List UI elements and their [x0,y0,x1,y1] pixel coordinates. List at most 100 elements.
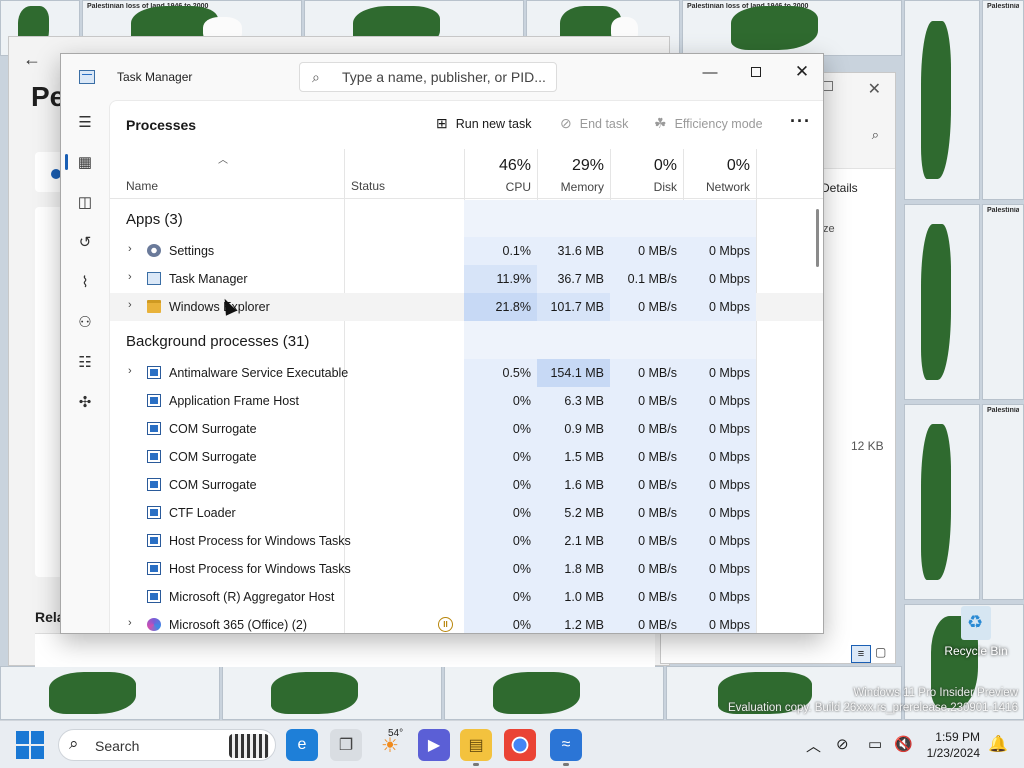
network-total[interactable]: 0% [683,157,750,175]
table-row[interactable]: Microsoft (R) Aggregator Host 0% 1.0 MB … [110,583,823,611]
network-cell: 0 Mbps [683,471,756,499]
hamburger-menu-icon[interactable]: ☰ [69,106,101,138]
volume-muted-icon[interactable]: 🔇 [894,735,913,753]
vertical-scrollbar[interactable] [816,209,819,267]
service-icon [147,422,161,435]
details-button[interactable]: Details [821,181,858,195]
startup-apps-nav-icon[interactable]: ⌇ [69,266,101,298]
recycle-bin-shortcut[interactable]: Recycle Bin [944,606,1008,658]
file-explorer-icon[interactable]: ▤ [460,729,492,766]
back-arrow-icon[interactable]: ← [23,49,41,70]
table-header: ︿ Name Status 46% CPU 29% Memory 0% Disk… [110,149,823,199]
cpu-cell: 0.5% [464,359,537,387]
details-nav-icon[interactable]: ☷ [69,346,101,378]
service-icon [147,478,161,491]
taskbar-search-box[interactable]: ⌕ Search [58,729,276,761]
users-nav-icon[interactable]: ⚇ [69,306,101,338]
table-row[interactable]: COM Surrogate 0% 0.9 MB 0 MB/s 0 Mbps [110,415,823,443]
sort-ascending-icon: ︿ [218,155,228,166]
group-header-background[interactable]: Background processes (31) [126,333,309,350]
memory-cell: 101.7 MB [537,293,610,321]
memory-total[interactable]: 29% [537,157,604,175]
process-name: Microsoft 365 (Office) (2) [169,618,308,632]
expand-chevron-icon[interactable]: › [128,271,132,283]
disk-total[interactable]: 0% [610,157,677,175]
processes-nav-icon[interactable]: ▦ [65,146,101,178]
display-icon[interactable]: ▭ [868,735,882,753]
disk-cell: 0 MB/s [610,471,683,499]
column-header-network[interactable]: Network [683,180,750,194]
disk-cell: 0 MB/s [610,237,683,265]
settings-bottom-card[interactable] [35,633,655,667]
network-disconnected-icon[interactable]: ⊘ [836,735,849,753]
table-row[interactable]: › Task Manager 11.9% 36.7 MB 0.1 MB/s 0 … [110,265,823,293]
search-box[interactable]: ⌕ [299,62,557,92]
cpu-cell: 11.9% [464,265,537,293]
table-row[interactable]: › Antimalware Service Executable 0.5% 15… [110,359,823,387]
table-row[interactable]: › Microsoft 365 (Office) (2) II 0% 1.2 M… [110,611,823,633]
table-row[interactable]: Host Process for Windows Tasks 0% 2.1 MB… [110,527,823,555]
memory-cell: 6.3 MB [537,387,610,415]
details-view-icon[interactable]: ≡ [851,645,871,663]
app-history-nav-icon[interactable]: ↺ [69,226,101,258]
table-row[interactable]: COM Surrogate 0% 1.5 MB 0 MB/s 0 Mbps [110,443,823,471]
chat-video-icon[interactable]: ▶ [418,729,450,761]
task-manager-taskbar-icon[interactable]: ≈ [550,729,582,766]
table-row[interactable]: CTF Loader 0% 5.2 MB 0 MB/s 0 Mbps [110,499,823,527]
start-button[interactable] [16,731,44,759]
search-input[interactable] [342,67,550,87]
taskbar-search-label: Search [95,738,140,754]
task-manager-window[interactable]: Task Manager ⌕ — ✕ ☰ ▦ ◫ ↺ ⌇ ⚇ ☷ ✣ ⚙ Pro… [60,53,824,634]
weather-temperature: 54° [388,728,404,739]
size-column-header[interactable]: ze [823,223,835,235]
table-row[interactable]: › Settings 0.1% 31.6 MB 0 MB/s 0 Mbps [110,237,823,265]
network-cell: 0 Mbps [683,293,756,321]
search-icon[interactable]: ⌕ [872,127,879,143]
table-row[interactable]: › Windows Explorer 21.8% 101.7 MB 0 MB/s… [110,293,823,321]
minimize-button[interactable]: — [687,58,733,86]
column-header-cpu[interactable]: CPU [464,180,531,194]
clock[interactable]: 1:59 PM 1/23/2024 [918,729,980,761]
run-new-task-button[interactable]: ⊞ Run new task [436,115,531,132]
notification-bell-icon[interactable]: 🔔 [988,734,1008,754]
close-icon[interactable]: ✕ [868,79,881,99]
more-options-icon[interactable]: ··· [790,111,811,132]
expand-chevron-icon[interactable]: › [128,243,132,255]
expand-chevron-icon[interactable]: › [128,617,132,629]
column-header-name[interactable]: Name [126,179,158,193]
cpu-total[interactable]: 46% [464,157,531,175]
expand-chevron-icon[interactable]: › [128,299,132,311]
process-name: Antimalware Service Executable [169,366,349,380]
process-name: COM Surrogate [169,450,257,464]
expand-chevron-icon[interactable]: › [128,365,132,377]
table-row[interactable]: COM Surrogate 0% 1.6 MB 0 MB/s 0 Mbps [110,471,823,499]
memory-cell: 1.5 MB [537,443,610,471]
maximize-icon[interactable] [823,81,833,91]
memory-cell: 2.1 MB [537,527,610,555]
efficiency-mode-button[interactable]: ☘ Efficiency mode [654,115,763,132]
group-header-apps[interactable]: Apps (3) [126,211,183,228]
title-bar[interactable]: Task Manager ⌕ — ✕ [61,54,823,100]
disk-cell: 0 MB/s [610,387,683,415]
cpu-cell: 0% [464,499,537,527]
minimize-icon: — [702,63,718,81]
tiles-view-icon[interactable]: ▢ [875,645,886,659]
process-name: Host Process for Windows Tasks [169,562,351,576]
maximize-button[interactable] [733,58,779,86]
service-icon [147,394,161,407]
task-view-icon[interactable]: ❐ [330,729,362,761]
show-hidden-icons-chevron[interactable]: ︿ [806,735,821,756]
column-header-disk[interactable]: Disk [610,180,677,194]
table-row[interactable]: Host Process for Windows Tasks 0% 1.8 MB… [110,555,823,583]
edge-beta-icon[interactable]: e [286,729,318,761]
table-row[interactable]: Application Frame Host 0% 6.3 MB 0 MB/s … [110,387,823,415]
column-header-memory[interactable]: Memory [537,180,604,194]
close-button[interactable]: ✕ [779,58,823,86]
services-nav-icon[interactable]: ✣ [69,386,101,418]
performance-nav-icon[interactable]: ◫ [69,186,101,218]
chrome-icon[interactable] [504,729,536,761]
column-header-status[interactable]: Status [351,179,385,193]
end-task-button[interactable]: ⊘ End task [560,115,628,132]
service-icon [147,562,161,575]
process-name: COM Surrogate [169,422,257,436]
